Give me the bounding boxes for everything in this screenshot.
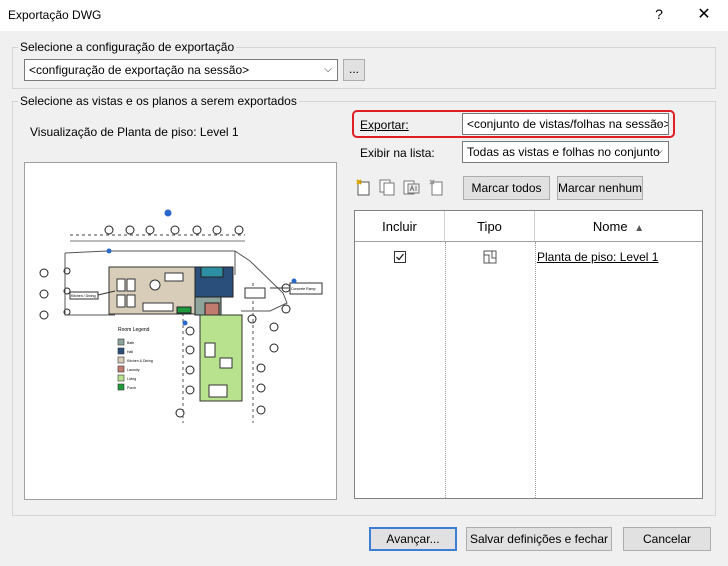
help-button[interactable]: ? — [652, 6, 666, 22]
column-name[interactable]: Nome ▲ — [535, 211, 702, 242]
chevron-down-icon: ⌵ — [655, 118, 663, 129]
floor-plan-preview: Kitchen / Dining Concrete Ramp Room Lege… — [39, 209, 323, 423]
sort-ascending-icon: ▲ — [634, 223, 645, 234]
column-name-label: Nome — [592, 219, 628, 234]
save-and-close-button[interactable]: Salvar definições e fechar — [466, 527, 612, 551]
show-in-list-value: Todas as vistas e folhas no conjunto — [467, 145, 660, 159]
browse-config-button[interactable]: ... — [343, 59, 365, 81]
title-bar: Exportação DWG ? ✕ — [0, 0, 728, 31]
view-name-link[interactable]: Planta de piso: Level 1 — [537, 250, 658, 264]
floor-plan-view-icon — [483, 250, 497, 264]
mark-all-button[interactable]: Marcar todos — [463, 176, 550, 200]
rename-set-icon[interactable] — [402, 178, 420, 196]
next-button[interactable]: Avançar... — [369, 527, 457, 551]
export-set-value: <conjunto de vistas/folhas na sessão> — [467, 117, 669, 131]
export-config-value: <configuração de exportação na sessão> — [29, 63, 250, 77]
legend-label: Hall — [127, 350, 133, 354]
show-in-list-select[interactable]: Todas as vistas e folhas no conjunto ⌵ — [462, 141, 669, 163]
legend-swatch — [117, 356, 125, 364]
tag-left-text: Kitchen / Dining — [71, 294, 96, 298]
include-checkbox[interactable] — [394, 251, 406, 263]
legend-label: Bath — [127, 341, 134, 345]
column-type[interactable]: Tipo — [445, 211, 535, 242]
legend-swatch — [117, 374, 125, 382]
chevron-down-icon: ⌵ — [324, 64, 332, 75]
export-config-select[interactable]: <configuração de exportação na sessão> ⌵ — [24, 59, 338, 81]
legend-swatch — [117, 338, 125, 346]
view-preview: Kitchen / Dining Concrete Ramp Room Lege… — [24, 162, 337, 500]
show-in-list-label: Exibir na lista: — [360, 146, 435, 160]
tag-right-text: Concrete Ramp — [291, 287, 316, 291]
legend-swatch — [117, 383, 125, 391]
legend-label: Kitchen & Dining — [127, 359, 153, 363]
cancel-button[interactable]: Cancelar — [623, 527, 711, 551]
legend-label: Porch — [127, 386, 136, 390]
room-legend-title: Room Legend — [118, 327, 150, 333]
chevron-down-icon: ⌵ — [655, 146, 663, 157]
column-include[interactable]: Incluir — [355, 211, 445, 242]
views-group-label: Selecione as vistas e os planos a serem … — [18, 94, 299, 108]
export-label: Exportar: — [360, 118, 409, 132]
window-title: Exportação DWG — [8, 8, 102, 22]
duplicate-set-icon[interactable] — [378, 178, 396, 196]
new-set-icon[interactable] — [355, 178, 373, 196]
legend-swatch — [117, 365, 125, 373]
close-button[interactable]: ✕ — [692, 4, 716, 24]
legend-label: Laundry — [127, 368, 140, 372]
views-table: Incluir Tipo Nome ▲ Planta de piso: Leve… — [354, 210, 703, 499]
preview-label: Visualização de Planta de piso: Level 1 — [30, 125, 239, 139]
table-row[interactable]: Planta de piso: Level 1 — [355, 247, 702, 267]
room-legend: Bath Hall Kitchen & Dining Laundry Living Por… — [117, 338, 153, 391]
export-set-select[interactable]: <conjunto de vistas/folhas na sessão> ⌵ — [462, 113, 669, 135]
legend-swatch — [117, 347, 125, 355]
mark-none-button[interactable]: Marcar nenhum — [557, 176, 643, 200]
legend-label: Living — [127, 377, 136, 381]
config-group-label: Selecione a configuração de exportação — [18, 40, 237, 54]
delete-set-icon[interactable] — [428, 178, 446, 196]
